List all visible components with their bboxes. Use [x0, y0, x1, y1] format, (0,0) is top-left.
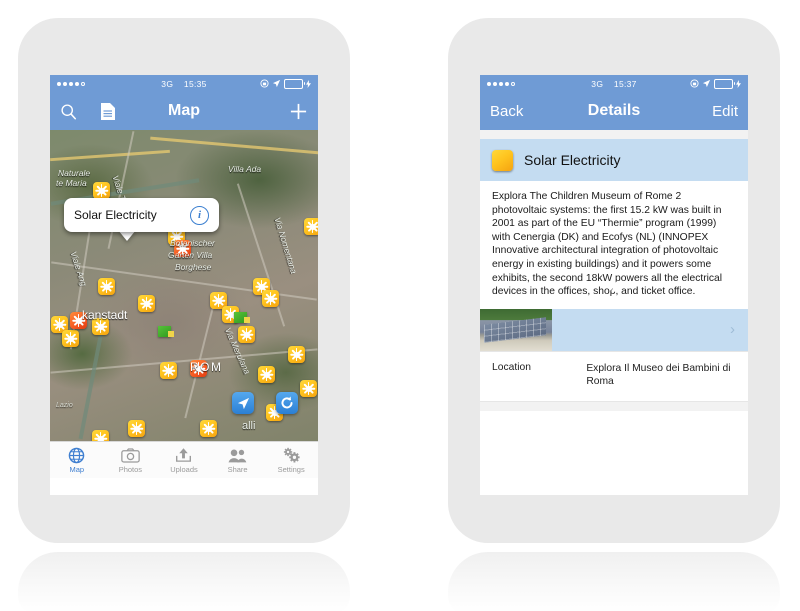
status-right-icons: [690, 78, 741, 89]
sun-icon: [492, 149, 621, 292]
panel-array: [484, 316, 546, 343]
map-marker-solar[interactable]: [262, 290, 279, 307]
callout-title: Solar Electricity: [74, 208, 157, 222]
map-marker-solar[interactable]: [98, 278, 115, 295]
map-label: Naturale: [58, 168, 91, 178]
gears-icon: [282, 447, 301, 464]
page-title: Map: [168, 102, 200, 119]
refresh-button[interactable]: [276, 392, 298, 414]
map-label: Via Nomentana: [272, 216, 300, 275]
location-arrow-icon: [272, 79, 281, 88]
map-marker-solar[interactable]: [160, 362, 177, 379]
refresh-icon: [281, 396, 293, 409]
locate-me-button[interactable]: [232, 392, 254, 414]
map-marker-building[interactable]: [234, 312, 250, 323]
clock-label: 15:35: [183, 78, 207, 89]
photo-row[interactable]: ›: [480, 308, 748, 351]
tab-share[interactable]: Share: [211, 447, 265, 474]
upload-icon: [175, 447, 192, 464]
status-bar-left: 3G 15:35: [50, 75, 318, 92]
nav-bar-map: Map: [50, 92, 318, 130]
chevron-right-icon: ›: [730, 321, 735, 339]
status-right-icons: [260, 78, 311, 89]
signal-dots-icon: [57, 81, 85, 86]
map-label: Borghese: [175, 262, 212, 272]
info-icon[interactable]: i: [190, 205, 209, 225]
charging-bolt-icon: [736, 79, 741, 88]
map-label: Villa Ada: [228, 164, 262, 174]
phone-device-left: 3G 15:35 Map Naturale te Maria Villa Ada…: [18, 18, 350, 543]
edit-button[interactable]: Edit: [712, 103, 738, 120]
globe-icon: [68, 447, 85, 464]
map-marker-solar[interactable]: [93, 182, 110, 199]
tab-map[interactable]: Map: [50, 447, 104, 474]
map-marker-solar[interactable]: [200, 420, 217, 437]
map-canvas[interactable]: Naturale te Maria Villa Ada Botanischer …: [50, 130, 318, 441]
plus-icon[interactable]: [289, 102, 308, 121]
battery-icon: [284, 78, 305, 89]
carrier-network-label: 3G: [161, 78, 174, 89]
map-label: alli: [242, 420, 256, 432]
tab-label: Share: [227, 464, 248, 474]
search-icon[interactable]: [60, 103, 77, 120]
map-marker-building[interactable]: [158, 326, 174, 337]
tab-settings[interactable]: Settings: [264, 447, 318, 474]
rotation-lock-icon: [260, 79, 269, 88]
camera-icon: [121, 447, 140, 464]
back-button[interactable]: Back: [490, 103, 523, 120]
map-label: te Maria: [56, 178, 87, 188]
solar-panel-photo[interactable]: [480, 308, 552, 351]
navigation-arrow-icon: [237, 397, 249, 409]
phone-device-right: 3G 15:37 Back Details Edit Solar Electri: [448, 18, 780, 543]
document-list-icon[interactable]: [100, 102, 116, 121]
map-marker-solar[interactable]: [128, 420, 145, 437]
map-marker-solar-alt[interactable]: [190, 360, 207, 377]
screen-details: 3G 15:37 Back Details Edit Solar Electri: [480, 75, 748, 495]
tab-label: Settings: [277, 464, 305, 474]
map-marker-solar[interactable]: [92, 318, 109, 335]
people-icon: [228, 447, 247, 464]
map-callout[interactable]: Solar Electricity i: [64, 198, 219, 232]
map-marker-solar[interactable]: [138, 295, 155, 312]
tab-label: Photos: [118, 464, 143, 474]
tab-photos[interactable]: Photos: [104, 447, 158, 474]
battery-icon: [714, 78, 735, 89]
map-marker-solar-alt[interactable]: [70, 312, 87, 329]
map-marker-solar[interactable]: [62, 330, 79, 347]
map-marker-solar[interactable]: [300, 380, 317, 397]
tab-label: Map: [69, 464, 85, 474]
map-marker-solar[interactable]: [288, 346, 305, 363]
map-marker-solar[interactable]: [258, 366, 275, 383]
tab-label: Uploads: [170, 464, 198, 474]
device-reflection-right: [448, 552, 780, 611]
device-reflection-left: [18, 552, 350, 611]
tab-uploads[interactable]: Uploads: [157, 447, 211, 474]
detail-header-row: Solar Electricity: [480, 139, 748, 292]
rotation-lock-icon: [690, 79, 699, 88]
screenshot-stage: 3G 15:35 Map Naturale te Maria Villa Ada…: [0, 0, 800, 611]
screen-map: 3G 15:35 Map Naturale te Maria Villa Ada…: [50, 75, 318, 495]
tab-bar: Map Photos Uploads Share Settings: [50, 441, 318, 478]
map-marker-solar[interactable]: [238, 326, 255, 343]
location-arrow-icon: [702, 79, 711, 88]
map-label: Lazio: [56, 402, 73, 409]
map-marker-solar-alt[interactable]: [174, 240, 191, 257]
map-marker-solar[interactable]: [304, 218, 318, 235]
charging-bolt-icon: [306, 79, 311, 88]
map-marker-solar[interactable]: [92, 430, 109, 441]
